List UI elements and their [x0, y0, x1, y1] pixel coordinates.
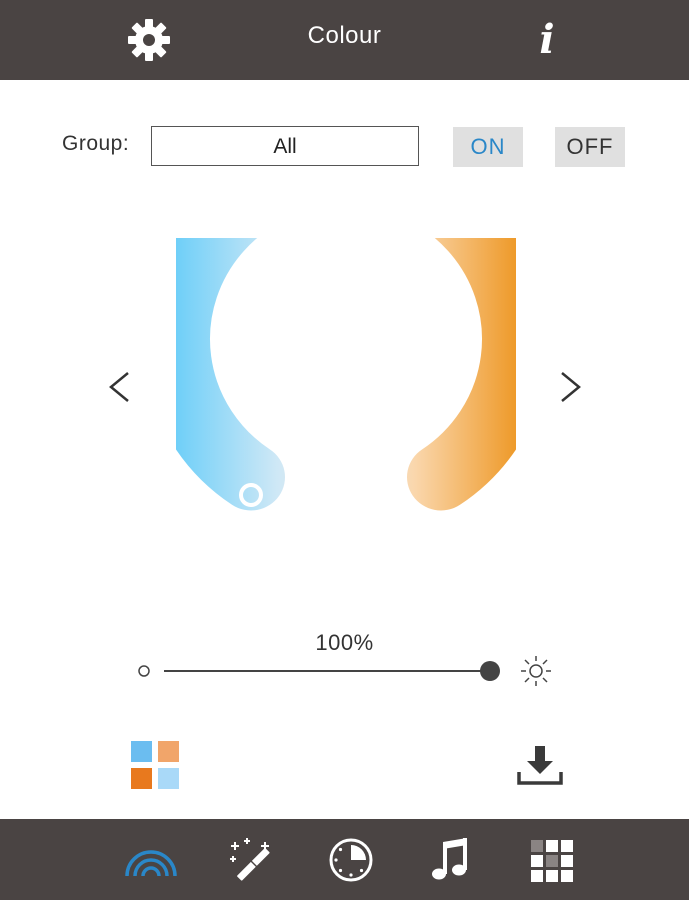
- music-note-icon[interactable]: [424, 836, 480, 884]
- page-title: Colour: [307, 22, 382, 49]
- download-icon[interactable]: [516, 744, 564, 786]
- off-button[interactable]: OFF: [555, 127, 625, 167]
- grid-icon[interactable]: [524, 836, 580, 884]
- top-bar: Colour i: [0, 0, 689, 80]
- clock-icon[interactable]: [323, 836, 379, 884]
- slider-knob: [480, 661, 500, 681]
- palette-icon[interactable]: [131, 741, 179, 789]
- group-label: Group:: [62, 132, 130, 155]
- chevron-left-icon[interactable]: [104, 370, 134, 404]
- magic-wand-icon[interactable]: [224, 836, 280, 884]
- dim-dot-icon: [138, 665, 150, 677]
- on-button[interactable]: ON: [453, 127, 523, 167]
- brightness-value: 100%: [315, 630, 374, 655]
- rainbow-icon[interactable]: [123, 836, 179, 884]
- group-select[interactable]: All: [151, 126, 419, 166]
- colour-temperature-wheel[interactable]: [176, 238, 516, 538]
- sun-icon: [521, 656, 551, 686]
- info-icon[interactable]: i: [532, 16, 562, 66]
- brightness-slider[interactable]: [130, 655, 560, 687]
- chevron-right-icon[interactable]: [556, 370, 586, 404]
